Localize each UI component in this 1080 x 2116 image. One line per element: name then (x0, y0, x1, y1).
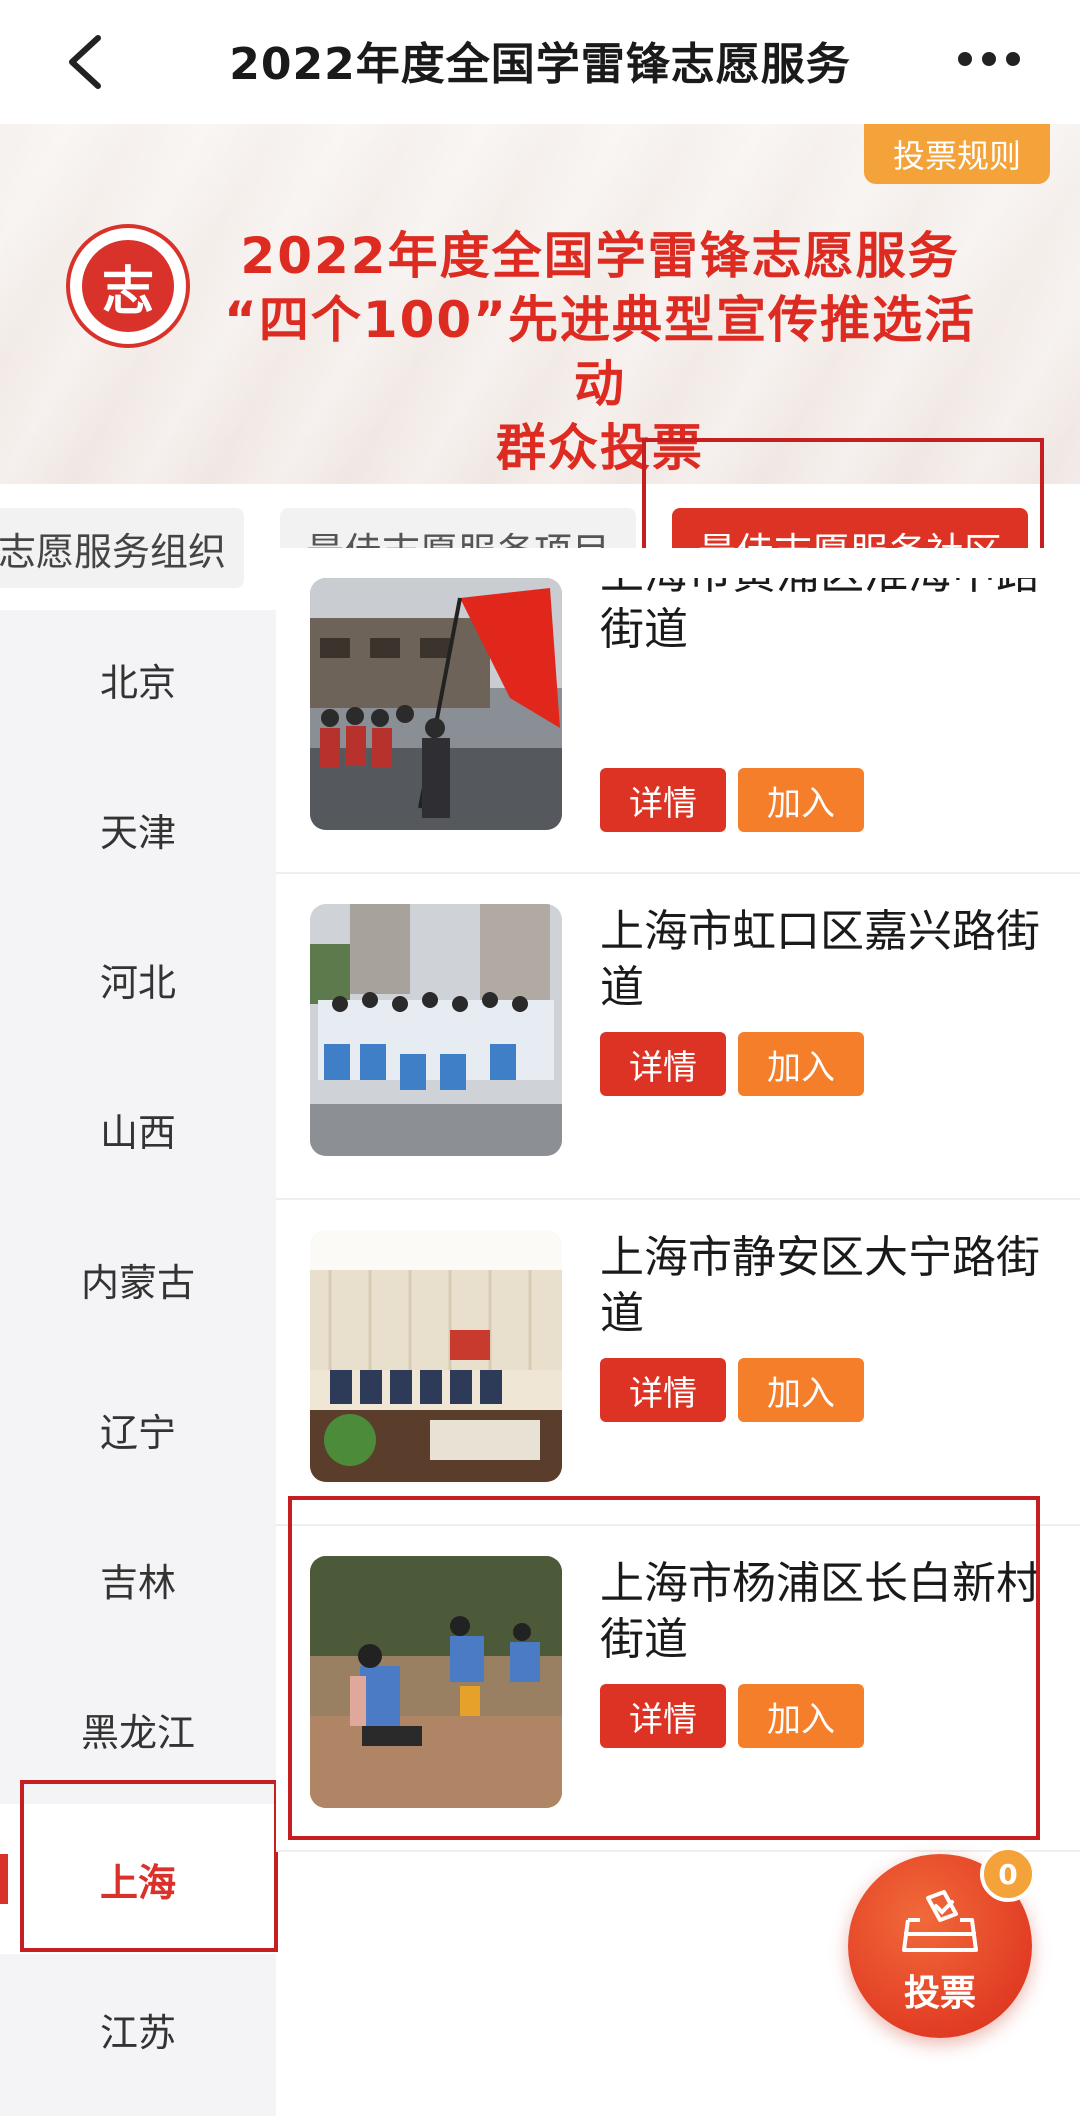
banner-title: 2022年度全国学雷锋志愿服务 “四个100”先进典型宣传推选活动 群众投票 (210, 224, 990, 480)
join-button[interactable]: 加入 (738, 1032, 864, 1096)
banner-line-2: “四个100”先进典型宣传推选活动 (223, 291, 977, 413)
community-photo (310, 904, 562, 1156)
vote-count-badge: 0 (980, 1846, 1036, 1902)
detail-button[interactable]: 详情 (600, 1358, 726, 1422)
community-photo (310, 1230, 562, 1482)
vote-float-button[interactable]: 0 投票 (848, 1846, 1036, 2038)
campaign-banner: 投票规则 志 2022年度全国学雷锋志愿服务 “四个100”先进典型宣传推选活动… (0, 124, 1080, 484)
banner-line-3: 群众投票 (496, 419, 704, 477)
page-title: 2022年度全国学雷锋志愿服务 (229, 39, 851, 90)
more-icon[interactable] (958, 52, 1020, 66)
sidebar-item-hebei[interactable]: 河北 (0, 904, 276, 1054)
community-title: 上海市黄浦区淮海中路街道 (600, 548, 1040, 655)
community-photo (310, 1556, 562, 1808)
join-button[interactable]: 加入 (738, 1358, 864, 1422)
sidebar-item-jilin[interactable]: 吉林 (0, 1504, 276, 1654)
community-title: 上海市杨浦区长白新村街道 (600, 1558, 1040, 1665)
logo-mark: 志 (82, 240, 174, 332)
vote-rules-button[interactable]: 投票规则 (864, 124, 1050, 184)
china-volunteer-logo: 志 (66, 224, 190, 348)
community-title: 上海市虹口区嘉兴路街道 (600, 906, 1040, 1013)
ballot-box-icon (900, 1890, 980, 1954)
community-photo (310, 578, 562, 830)
detail-button[interactable]: 详情 (600, 768, 726, 832)
list-item[interactable]: 上海市杨浦区长白新村街道 详情 加入 (276, 1526, 1080, 1852)
detail-button[interactable]: 详情 (600, 1684, 726, 1748)
community-list: 上海市黄浦区淮海中路街道 详情 加入 上海市虹口区嘉兴路街道 详情 加入 上海市… (276, 548, 1080, 1866)
sidebar-item-heilongjiang[interactable]: 黑龙江 (0, 1654, 276, 1804)
detail-button[interactable]: 详情 (600, 1032, 726, 1096)
banner-line-1: 2022年度全国学雷锋志愿服务 (240, 227, 960, 285)
sidebar-item-shanghai[interactable]: 上海 (0, 1804, 276, 1954)
join-button[interactable]: 加入 (738, 1684, 864, 1748)
list-item[interactable]: 上海市黄浦区淮海中路街道 详情 加入 (276, 548, 1080, 874)
list-item[interactable]: 上海市虹口区嘉兴路街道 详情 加入 (276, 874, 1080, 1200)
sidebar-item-beijing[interactable]: 北京 (0, 604, 276, 754)
region-sidebar: 北京 天津 河北 山西 内蒙古 辽宁 吉林 黑龙江 上海 江苏 (0, 610, 276, 2116)
sidebar-item-neimenggu[interactable]: 内蒙古 (0, 1204, 276, 1354)
top-navbar: 2022年度全国学雷锋志愿服务 (0, 0, 1080, 124)
sidebar-item-shanxi[interactable]: 山西 (0, 1054, 276, 1204)
list-item[interactable]: 上海市静安区大宁路街道 详情 加入 (276, 1200, 1080, 1526)
join-button[interactable]: 加入 (738, 768, 864, 832)
tab-best-organization[interactable]: 志愿服务组织 (0, 508, 244, 588)
vote-label: 投票 (903, 1973, 976, 2014)
sidebar-item-liaoning[interactable]: 辽宁 (0, 1354, 276, 1504)
sidebar-item-jiangsu[interactable]: 江苏 (0, 1954, 276, 2104)
community-title: 上海市静安区大宁路街道 (600, 1232, 1040, 1339)
sidebar-item-tianjin[interactable]: 天津 (0, 754, 276, 904)
